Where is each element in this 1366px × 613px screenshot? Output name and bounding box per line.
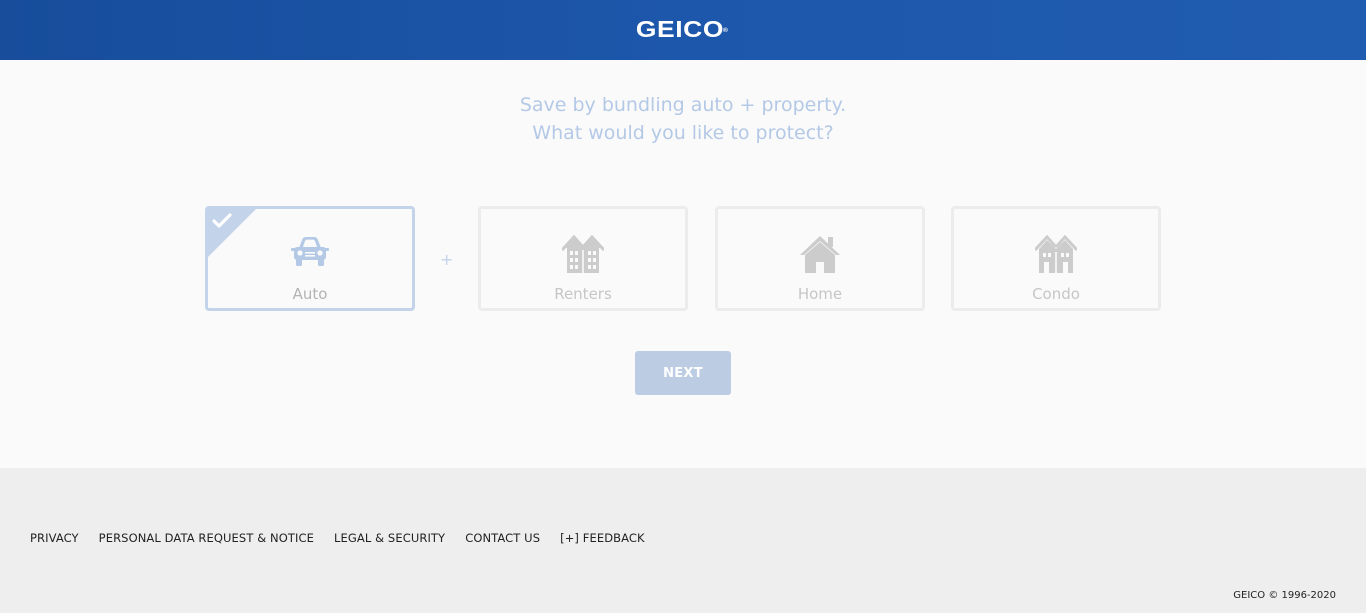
apartment-building-icon xyxy=(562,234,604,273)
headline-bundle: Save by bundling auto + property. xyxy=(519,94,847,116)
logo-text: GEICO xyxy=(636,15,725,42)
headline-question: What would you like to protect? xyxy=(532,122,834,144)
site-footer: PRIVACY PERSONAL DATA REQUEST & NOTICE L… xyxy=(0,468,1366,613)
footer-link-legal-security[interactable]: LEGAL & SECURITY xyxy=(334,531,445,545)
site-header: GEICO® xyxy=(0,0,1366,60)
option-label-condo: Condo xyxy=(1032,285,1080,303)
option-card-home[interactable]: Home xyxy=(715,206,925,311)
footer-link-contact-us[interactable]: CONTACT US xyxy=(465,531,540,545)
car-icon xyxy=(291,237,329,266)
house-icon xyxy=(800,236,840,273)
plus-separator: + xyxy=(440,250,454,269)
footer-link-privacy[interactable]: PRIVACY xyxy=(30,531,79,545)
option-card-renters[interactable]: Renters xyxy=(478,206,688,311)
condo-building-icon xyxy=(1035,234,1077,273)
footer-links: PRIVACY PERSONAL DATA REQUEST & NOTICE L… xyxy=(30,531,645,545)
option-card-condo[interactable]: Condo xyxy=(951,206,1161,311)
geico-logo[interactable]: GEICO® xyxy=(636,16,730,43)
next-button[interactable]: NEXT xyxy=(635,351,731,395)
copyright-text: GEICO © 1996-2020 xyxy=(1233,590,1336,601)
option-label-renters: Renters xyxy=(554,285,612,303)
footer-link-feedback[interactable]: [+] FEEDBACK xyxy=(560,531,645,545)
registered-mark: ® xyxy=(723,27,729,34)
option-label-home: Home xyxy=(797,285,843,303)
main-content: Save by bundling auto + property. What w… xyxy=(0,60,1366,468)
checkmark-icon xyxy=(212,213,232,228)
option-label-auto: Auto xyxy=(292,285,328,303)
footer-link-personal-data[interactable]: PERSONAL DATA REQUEST & NOTICE xyxy=(99,531,314,545)
option-card-auto[interactable]: Auto xyxy=(205,206,415,311)
